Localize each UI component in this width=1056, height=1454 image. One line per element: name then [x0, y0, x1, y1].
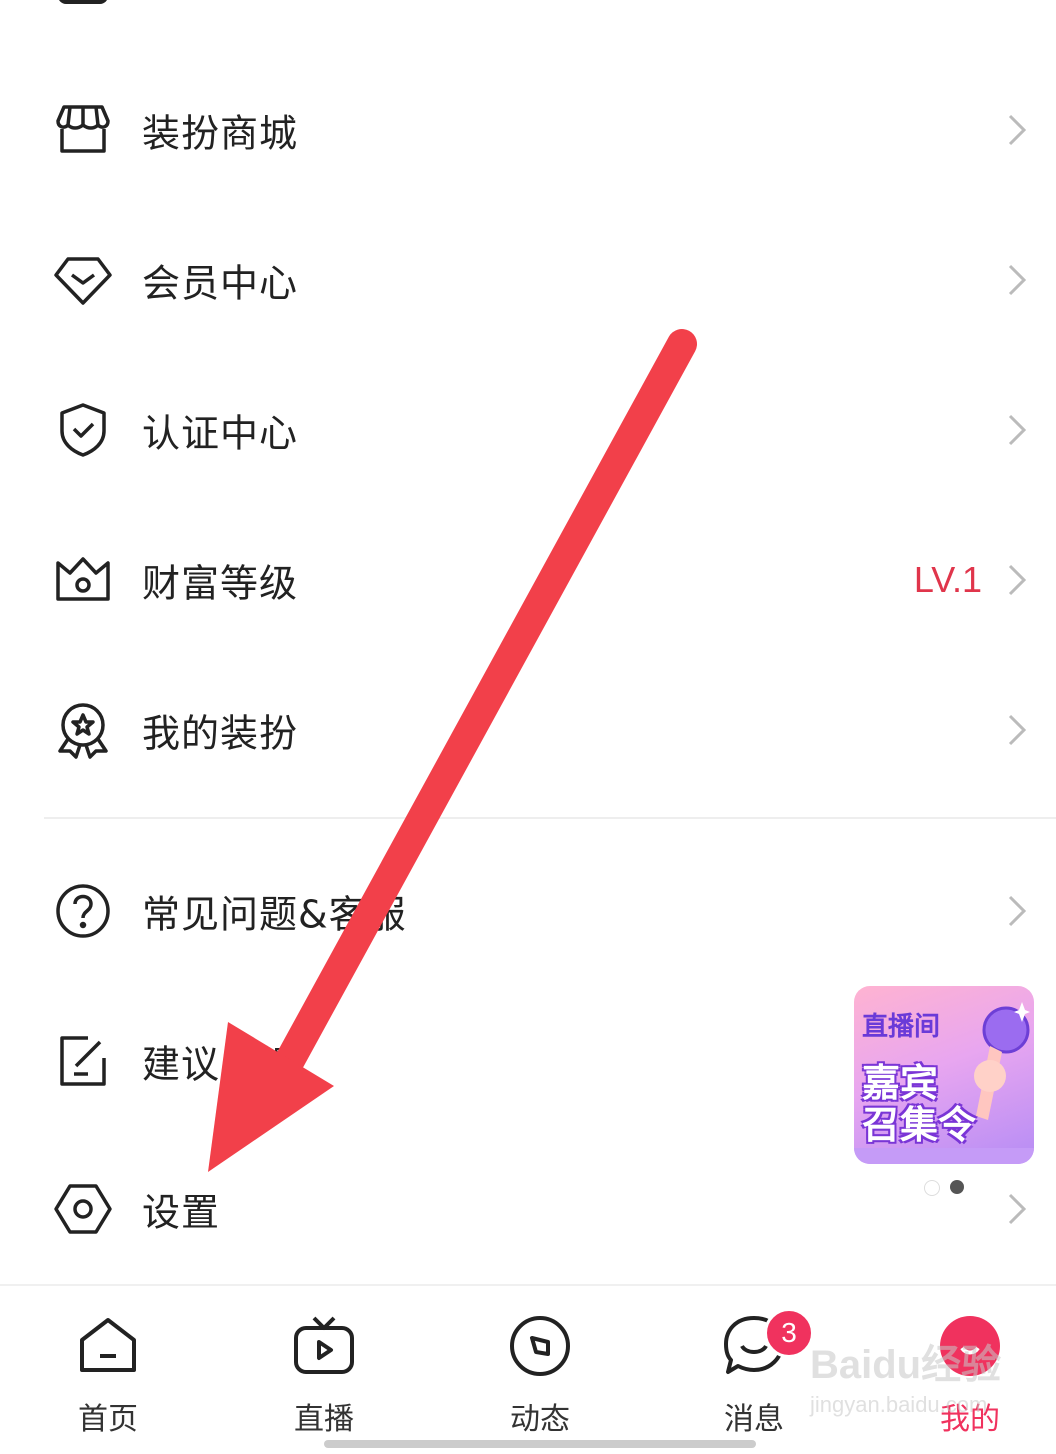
menu-item-label: 财富等级 [142, 561, 299, 606]
partial-icon [58, 0, 108, 4]
banner-pagination [922, 1180, 972, 1196]
menu-item-store[interactable]: 装扮商城 [0, 55, 1056, 205]
tab-home[interactable]: 首页 [48, 1286, 168, 1437]
chevron-right-icon [1006, 1191, 1028, 1227]
menu-item-label: 设置 [142, 1190, 221, 1235]
compass-icon [506, 1312, 574, 1380]
watermark: Baidu经验 jingyan.baidu.com [810, 1332, 1010, 1442]
promo-banner[interactable]: 直播间 嘉宾 召集令 [854, 986, 1034, 1164]
microphone-icon [974, 1002, 1030, 1120]
level-value: LV.1 [913, 559, 982, 600]
menu-item-my-decorations[interactable]: 我的装扮 [0, 655, 1056, 805]
question-icon [52, 880, 114, 942]
tv-icon [290, 1312, 358, 1380]
badge-icon [52, 699, 114, 761]
menu-item-wealth-level[interactable]: 财富等级 LV.1 [0, 505, 1056, 655]
tab-messages[interactable]: 3 消息 [694, 1286, 814, 1437]
banner-stripe [854, 1148, 1034, 1164]
chevron-right-icon [1006, 893, 1028, 929]
menu-item-label: 常见问题&客服 [142, 892, 407, 937]
chevron-right-icon [1006, 112, 1028, 148]
diamond-icon [52, 249, 114, 311]
chevron-right-icon [1006, 712, 1028, 748]
tab-moments[interactable]: 动态 [480, 1286, 600, 1437]
section-divider [44, 817, 1056, 819]
menu-item-label: 建议反馈 [142, 1042, 299, 1087]
menu-item-label: 会员中心 [142, 261, 299, 306]
banner-title: 直播间 [862, 1012, 941, 1042]
tab-live[interactable]: 直播 [264, 1286, 384, 1437]
home-indicator [324, 1440, 756, 1448]
menu-item-label: 我的装扮 [142, 711, 299, 756]
menu-item-verification[interactable]: 认证中心 [0, 355, 1056, 505]
chevron-right-icon [1006, 562, 1028, 598]
home-icon [74, 1312, 142, 1380]
tab-label: 动态 [510, 1402, 570, 1437]
menu-item-faq-support[interactable]: 常见问题&客服 [0, 836, 1056, 986]
watermark-brand: Baidu经验 [810, 1343, 1002, 1387]
settings-hexagon-icon [52, 1178, 114, 1240]
menu-item-membership[interactable]: 会员中心 [0, 205, 1056, 355]
page-dot-inactive [924, 1180, 940, 1196]
store-icon [52, 99, 114, 161]
chevron-right-icon [1006, 262, 1028, 298]
watermark-url: jingyan.baidu.com [810, 1392, 988, 1417]
unread-badge: 3 [764, 1308, 814, 1358]
tab-label: 消息 [724, 1402, 784, 1437]
menu-item-label: 认证中心 [142, 411, 299, 456]
edit-icon [52, 1030, 114, 1092]
tab-label: 首页 [78, 1402, 138, 1437]
crown-icon [52, 549, 114, 611]
chevron-right-icon [1006, 412, 1028, 448]
page-dot-active [950, 1180, 964, 1194]
shield-check-icon [52, 399, 114, 461]
menu-item-label: 装扮商城 [142, 111, 299, 156]
banner-headline-2: 召集令 [862, 1103, 977, 1147]
tab-label: 直播 [294, 1402, 354, 1437]
